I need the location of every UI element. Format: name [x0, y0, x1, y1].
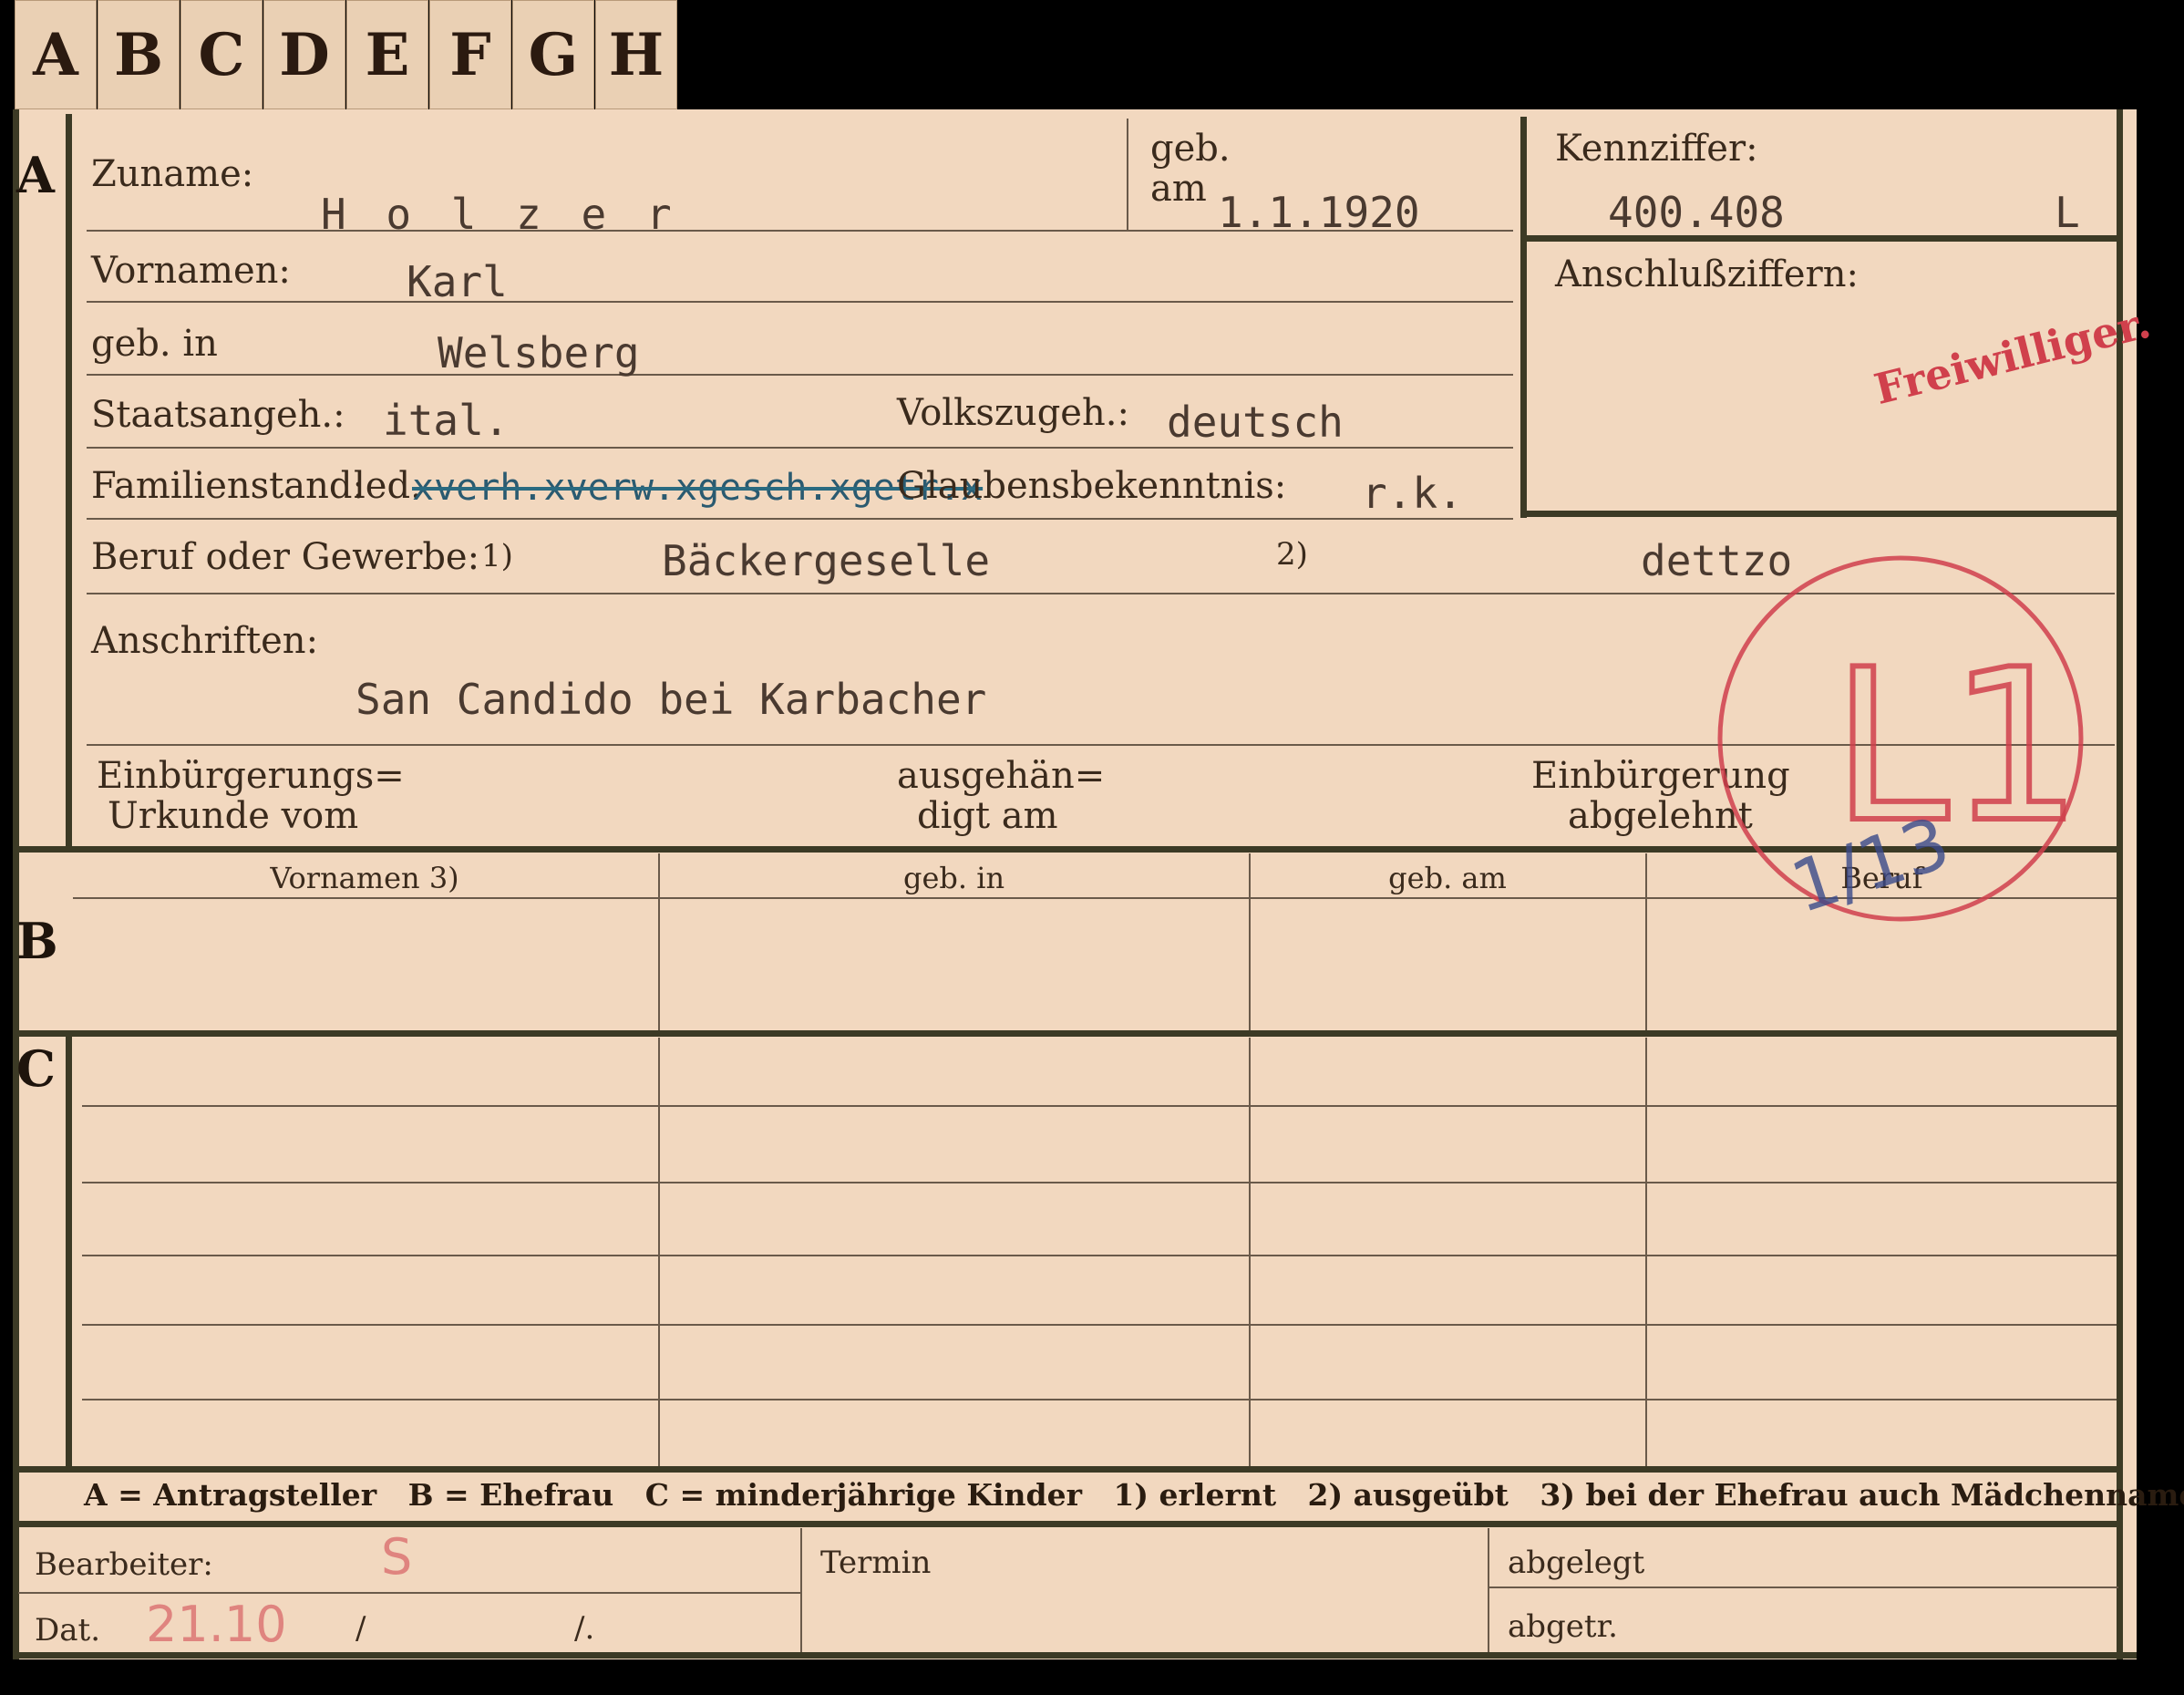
- einb-urkunde-label-2: Urkunde vom: [108, 795, 359, 837]
- c-col-div-1: [658, 1038, 660, 1466]
- kennziffer-box-bottom: [1520, 511, 2122, 517]
- geb-in-value: Welsberg: [438, 328, 640, 377]
- b-header-vornamen: Vornamen 3): [270, 861, 459, 895]
- footer-line-abgelegt: [1489, 1586, 2118, 1588]
- volks-value: deutsch: [1167, 398, 1344, 447]
- c-row-line-2: [82, 1182, 2117, 1183]
- index-tabs: A B C D E F G H: [15, 0, 678, 111]
- bearbeiter-value: S: [381, 1528, 413, 1586]
- footer-div-1: [800, 1528, 802, 1652]
- kennziffer-suffix: L: [2055, 188, 2080, 237]
- c-row-line-3: [82, 1255, 2117, 1256]
- c-row-line-1: [82, 1105, 2117, 1107]
- glaubens-value: r.k.: [1362, 469, 1463, 518]
- divider-b-c: [13, 1030, 2123, 1037]
- beruf-note-1: 1): [481, 538, 513, 574]
- dat-value: 21.10: [146, 1596, 287, 1653]
- staats-value: ital.: [383, 396, 510, 445]
- b-header-geb-am: geb. am: [1388, 861, 1507, 895]
- am-label: am: [1150, 168, 1207, 210]
- geb-label: geb.: [1150, 128, 1231, 170]
- divider-legend-bottom: [13, 1521, 2123, 1527]
- c-row-line-5: [82, 1399, 2117, 1400]
- tab-f: F: [429, 0, 511, 109]
- anschriften-value: San Candido bei Karbacher: [355, 675, 987, 724]
- legend-text: A = Antragsteller B = Ehefrau C = minder…: [84, 1477, 2184, 1513]
- ausgehaendigt-label-2: digt am: [917, 795, 1058, 837]
- tab-c: C: [180, 0, 263, 109]
- familien-label: Familienstand:: [91, 465, 365, 507]
- line-familien: [87, 518, 1513, 520]
- c-col-div-3: [1645, 1038, 1647, 1466]
- left-frame-a: [66, 114, 72, 851]
- tab-b: B: [98, 0, 180, 109]
- glaubens-label: Glaubensbekenntnis:: [897, 465, 1287, 507]
- kennziffer-box-left: [1520, 117, 1527, 518]
- zuname-label: Zuname:: [91, 153, 254, 195]
- section-c-label: C: [16, 1039, 56, 1098]
- geb-in-label: geb. in: [91, 323, 218, 365]
- ausgehaendigt-label-1: ausgehän=: [897, 755, 1106, 797]
- staats-label: Staatsangeh.:: [91, 394, 345, 436]
- left-frame-c: [66, 1030, 72, 1466]
- abgetr-label: abgetr.: [1508, 1608, 1618, 1645]
- line-geb-in: [87, 374, 1513, 376]
- c-col-div-2: [1249, 1038, 1251, 1466]
- kennziffer-value: 400.408: [1608, 188, 1785, 237]
- tab-e: E: [346, 0, 428, 109]
- einb-urkunde-label-1: Einbürgerungs=: [97, 755, 405, 797]
- dat-slash-2: /.: [574, 1610, 595, 1647]
- outer-left-frame: [13, 109, 19, 1659]
- dat-slash-1: /: [355, 1610, 366, 1647]
- divider-legend-top: [13, 1466, 2123, 1473]
- abgelegt-label: abgelegt: [1508, 1545, 1645, 1581]
- bearbeiter-label: Bearbeiter:: [35, 1546, 213, 1583]
- beruf-note-2: 2): [1276, 536, 1308, 573]
- termin-label: Termin: [820, 1545, 932, 1581]
- footer-line-bearbeiter: [18, 1592, 800, 1594]
- beruf-label: Beruf oder Gewerbe:: [91, 536, 480, 578]
- geb-am-value: 1.1.1920: [1218, 188, 1420, 237]
- tab-d: D: [263, 0, 345, 109]
- section-a-label: A: [16, 146, 55, 204]
- anschriften-label: Anschriften:: [91, 620, 319, 662]
- tab-h: H: [595, 0, 677, 109]
- line-vornamen: [87, 301, 1513, 303]
- b-header-geb-in: geb. in: [902, 861, 1005, 895]
- anschluss-label: Anschlußziffern:: [1555, 253, 1859, 295]
- circle-stamp: L1 1/13: [1717, 555, 2085, 929]
- zuname-divider: [1127, 119, 1128, 230]
- zuname-value: H o l z e r: [321, 190, 679, 239]
- tab-a: A: [15, 0, 97, 109]
- line-staats: [87, 447, 1513, 449]
- tab-g: G: [512, 0, 594, 109]
- footer-div-2: [1488, 1528, 1489, 1652]
- c-row-line-4: [82, 1324, 2117, 1326]
- dat-label: Dat.: [35, 1612, 101, 1648]
- vornamen-value: Karl: [407, 257, 508, 306]
- beruf-value-1: Bäckergeselle: [662, 536, 991, 585]
- volks-label: Volkszugeh.:: [897, 392, 1129, 434]
- bottom-frame: [13, 1652, 2137, 1659]
- section-b-label: B: [16, 912, 58, 970]
- vornamen-label: Vornamen:: [91, 250, 291, 292]
- kennziffer-label: Kennziffer:: [1555, 128, 1758, 170]
